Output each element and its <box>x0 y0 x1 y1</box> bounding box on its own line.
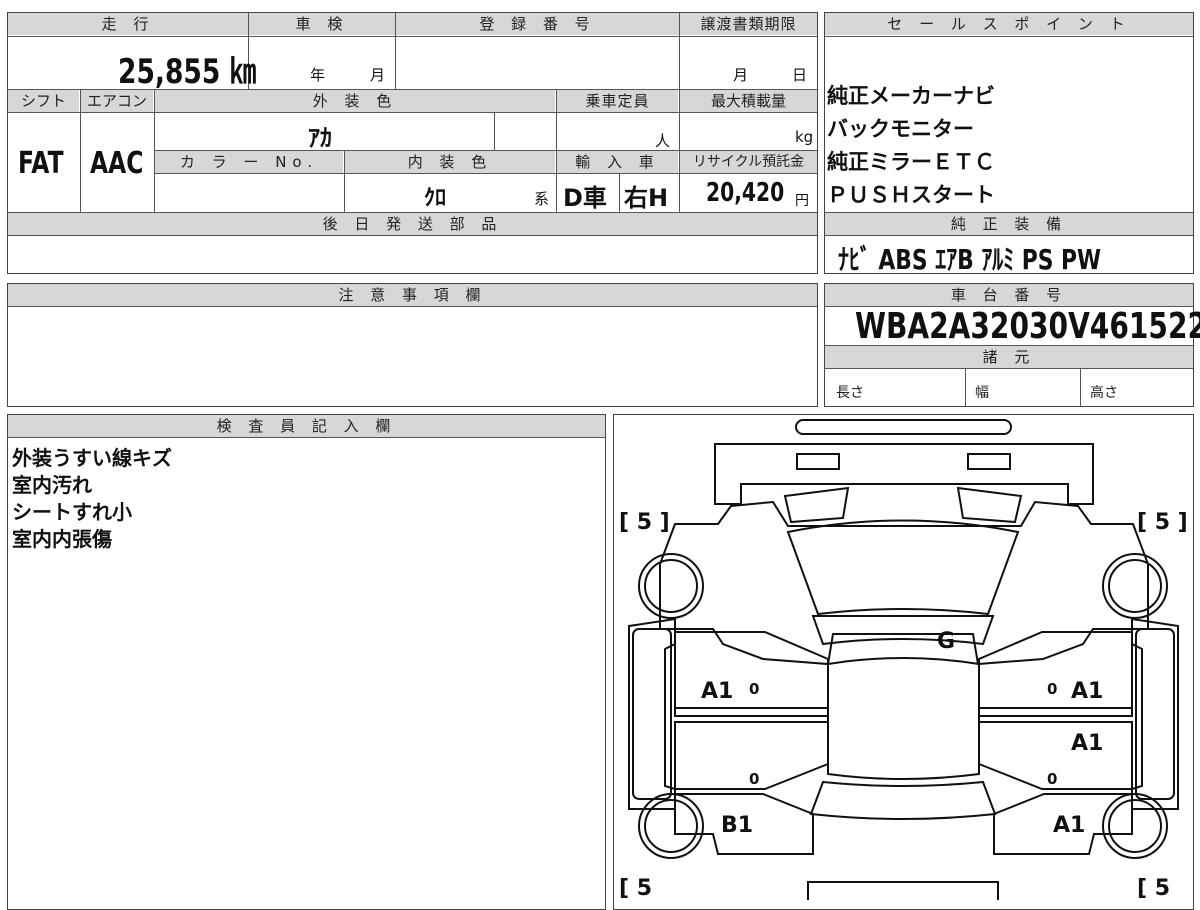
sales-point-3: 純正ミラーＥＴＣ <box>827 150 995 174</box>
transfer-deadline-label: 譲渡書類期限 <box>680 13 817 35</box>
capacity-label: 乗車定員 <box>557 90 678 112</box>
zero-mark-3: 0 <box>749 770 759 788</box>
registration-label: 登 録 番 号 <box>396 13 679 35</box>
zero-mark-1: 0 <box>749 680 759 698</box>
exterior-color-value: ｱｶ <box>308 124 332 152</box>
mileage-value: 25,855 ㎞ <box>118 52 257 92</box>
shift-label: シフト <box>8 90 79 112</box>
rear-left-fender-mark: B1 <box>721 813 753 838</box>
chassis-label: 車 台 番 号 <box>825 284 1193 306</box>
rear-right-door-mark: A1 <box>1071 731 1103 756</box>
spec-length: 長さ <box>836 385 864 401</box>
shaken-label: 車 検 <box>249 13 395 35</box>
inspector-line-1: 外装うすい線キズ <box>12 446 172 470</box>
mileage-label: 走 行 <box>8 13 248 35</box>
sales-point-2: バックモニター <box>827 117 974 141</box>
spec-width: 幅 <box>975 385 989 401</box>
interior-color-suffix: 系 <box>534 190 550 208</box>
aircon-label: エアコン <box>81 90 153 112</box>
car-damage-diagram: [ 5 ] [ 5 ] [ 5 [ 5 G A1 A1 A1 B1 A1 0 0… <box>619 419 1188 900</box>
tire-rl: [ 5 <box>619 876 652 900</box>
sales-point-4: ＰＵＳＨスタート <box>827 183 995 207</box>
recycle-value: 20,420 <box>706 178 785 208</box>
shaken-year: 年 <box>310 66 326 84</box>
sales-point-1: 純正メーカーナビ <box>827 84 995 108</box>
sales-points-label: セ ー ル ス ポ イ ン ト <box>825 13 1193 35</box>
tire-fl: [ 5 ] <box>619 510 670 535</box>
recycle-unit: 円 <box>795 193 809 209</box>
capacity-unit: 人 <box>655 132 671 150</box>
import-handle: 右H <box>624 184 669 212</box>
later-parts-label: 後 日 発 送 部 品 <box>8 213 817 235</box>
color-no-label: カ ラ ー No. <box>155 151 343 173</box>
equipment-label: 純 正 装 備 <box>825 213 1193 235</box>
inspector-line-2: 室内汚れ <box>12 473 92 497</box>
tire-rr: [ 5 <box>1137 876 1170 900</box>
front-left-door-mark: A1 <box>701 679 733 704</box>
shift-value: FAT <box>18 146 64 181</box>
transfer-month: 月 <box>733 66 749 84</box>
specs-label: 諸 元 <box>825 346 1193 368</box>
chassis-value: WBA2A32030V461522 <box>855 306 1200 347</box>
exterior-color-label: 外 装 色 <box>155 90 555 112</box>
tire-fr: [ 5 ] <box>1137 510 1188 535</box>
inspector-line-3: シートすれ小 <box>12 500 132 524</box>
import-label: 輸 入 車 <box>557 151 678 173</box>
rear-right-fender-mark: A1 <box>1053 813 1085 838</box>
max-load-unit: kg <box>795 128 814 146</box>
glass-mark: G <box>937 629 955 654</box>
equipment-value: ﾅﾋﾞ ABS ｴｱB ｱﾙﾐ PS PW <box>838 243 1102 276</box>
inspector-label: 検 査 員 記 入 欄 <box>8 415 605 437</box>
transfer-day: 日 <box>792 66 808 84</box>
front-right-door-mark: A1 <box>1071 679 1103 704</box>
import-dealer: D車 <box>563 184 607 212</box>
max-load-label: 最大積載量 <box>680 90 817 112</box>
recycle-label: リサイクル預託金 <box>680 151 817 173</box>
aircon-value: AAC <box>90 146 144 181</box>
interior-color-label: 内 装 色 <box>345 151 555 173</box>
interior-color-value: ｸﾛ <box>424 186 447 211</box>
zero-mark-4: 0 <box>1047 770 1057 788</box>
spec-height: 高さ <box>1090 385 1118 401</box>
notes-label: 注 意 事 項 欄 <box>8 284 817 306</box>
shaken-month: 月 <box>370 66 386 84</box>
zero-mark-2: 0 <box>1047 680 1057 698</box>
inspector-line-4: 室内内張傷 <box>12 527 112 551</box>
inspector-box <box>7 414 606 910</box>
